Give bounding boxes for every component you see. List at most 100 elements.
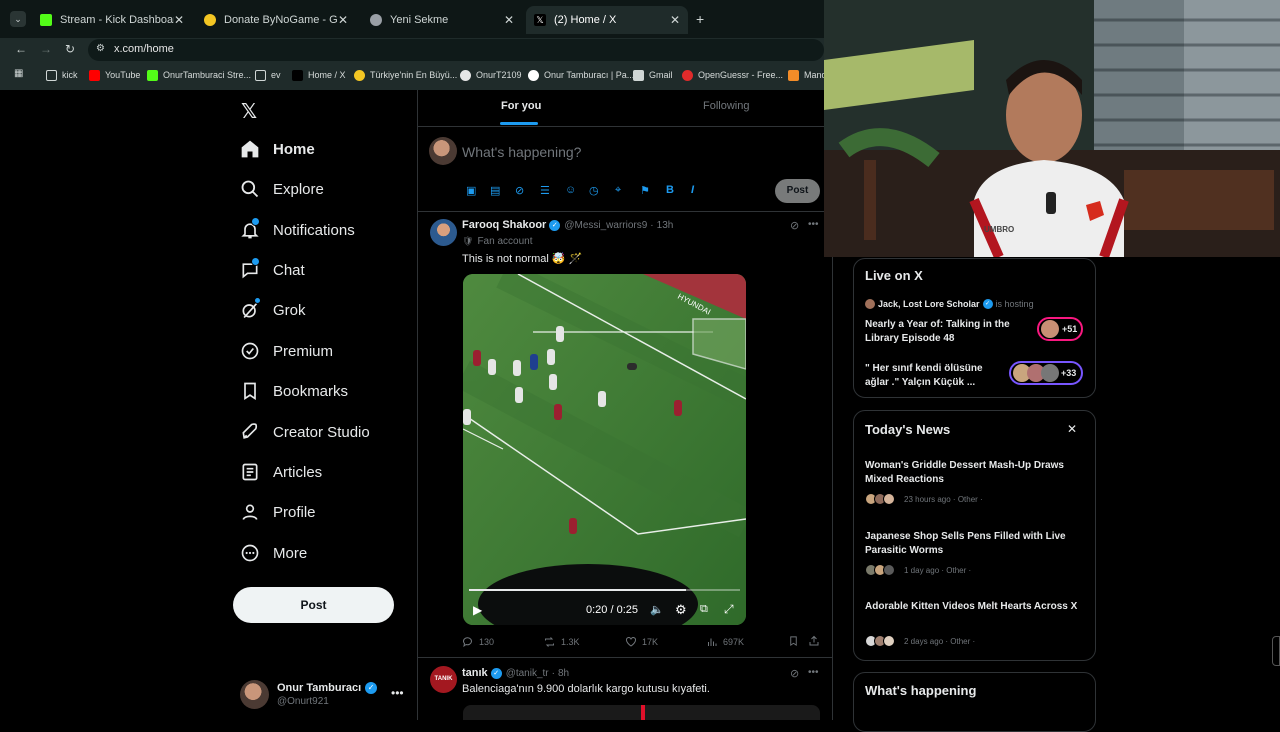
tweet-time[interactable]: 8h xyxy=(558,668,569,679)
bookmark-mand[interactable]: Mand xyxy=(788,68,827,82)
nav-explore[interactable]: Explore xyxy=(240,174,324,204)
views-button[interactable]: 697K xyxy=(706,636,744,648)
gif-icon[interactable]: ▤ xyxy=(490,184,500,197)
bookmark-ev[interactable]: ev xyxy=(255,68,281,82)
schedule-icon[interactable]: ◷ xyxy=(589,184,599,197)
tweet-author-handle[interactable]: @Messi_warriors9 xyxy=(564,220,647,231)
space-title[interactable]: Nearly a Year of: Talking in the Library… xyxy=(865,318,1025,346)
back-icon[interactable]: ← xyxy=(15,42,27,56)
bookmark-openguessr[interactable]: OpenGuessr - Free... xyxy=(682,68,783,82)
news-item-title[interactable]: Adorable Kitten Videos Melt Hearts Acros… xyxy=(865,600,1085,614)
tweet-author-name[interactable]: tanık xyxy=(462,667,488,679)
tweet-author-name[interactable]: Farooq Shakoor xyxy=(462,219,546,231)
grok-compose-icon[interactable]: ⊘ xyxy=(515,184,524,197)
account-name[interactable]: Onur Tamburacı ✓ xyxy=(277,682,378,694)
bookmark-kick[interactable]: kick xyxy=(46,68,78,82)
browser-tab-new[interactable]: Yeni Sekme ✕ xyxy=(362,6,522,34)
nav-more[interactable]: More xyxy=(240,538,307,568)
space-listeners-pill[interactable]: +33 xyxy=(1009,361,1083,385)
nav-grok[interactable]: Grok xyxy=(240,295,306,325)
browser-tab-kick[interactable]: Stream - Kick Dashboard ✕ xyxy=(32,6,192,34)
apps-grid-icon[interactable]: ▦ xyxy=(14,68,23,79)
browser-tab-x[interactable]: 𝕏 (2) Home / X ✕ xyxy=(526,6,688,34)
verified-icon: ✓ xyxy=(982,299,993,309)
fullscreen-icon[interactable]: ⤢ xyxy=(724,602,734,617)
tweet-author-handle[interactable]: @tanik_tr xyxy=(506,668,549,679)
live-host[interactable]: Jack, Lost Lore Scholar ✓ is hosting xyxy=(865,299,1034,309)
tweet-separator: · xyxy=(551,667,555,679)
close-icon[interactable]: ✕ xyxy=(1067,422,1077,436)
account-avatar[interactable] xyxy=(240,680,269,709)
tab-search-button[interactable]: ⌄ xyxy=(10,11,26,27)
nav-premium[interactable]: Premium xyxy=(240,336,333,366)
play-icon[interactable]: ▶ xyxy=(473,603,482,617)
emoji-icon[interactable]: ☺ xyxy=(565,184,576,196)
tweet-avatar[interactable] xyxy=(430,219,457,246)
volume-icon[interactable]: 🔈 xyxy=(650,603,664,616)
poll-icon[interactable]: ☰ xyxy=(540,184,550,197)
new-tab-icon[interactable]: + xyxy=(696,11,704,27)
post-button[interactable]: Post xyxy=(233,587,394,623)
news-item-title[interactable]: Woman's Griddle Dessert Mash-Up Draws Mi… xyxy=(865,459,1085,487)
tweet-more-icon[interactable]: ••• xyxy=(808,219,819,230)
bookmark-bynogame[interactable]: Türkiye'nin En Büyü... xyxy=(354,68,457,82)
bold-icon[interactable]: B xyxy=(666,184,674,196)
tweet-video[interactable]: HYUNDAI ▶ 0:20 / 0:25 🔈 ⚙ ⧉ ⤢ xyxy=(463,274,746,625)
close-icon[interactable]: ✕ xyxy=(504,13,514,27)
bookmark-gmail[interactable]: Gmail xyxy=(633,68,673,82)
player-marker xyxy=(549,374,557,390)
folder-icon xyxy=(46,69,57,81)
account-more-icon[interactable]: ••• xyxy=(391,686,404,700)
reply-button[interactable]: 130 xyxy=(462,636,494,648)
x-logo-icon[interactable]: 𝕏 xyxy=(241,99,257,124)
italic-icon[interactable]: I xyxy=(691,184,694,196)
close-icon[interactable]: ✕ xyxy=(338,13,348,27)
tweet-avatar[interactable]: TANIK xyxy=(430,666,457,693)
nav-creator-studio[interactable]: Creator Studio xyxy=(240,417,370,447)
bookmark-tweet-icon[interactable] xyxy=(788,635,799,647)
like-button[interactable]: 17K xyxy=(625,636,658,648)
tweet-media-preview[interactable] xyxy=(463,705,820,720)
settings-gear-icon[interactable]: ⚙ xyxy=(675,602,687,618)
scroll-edge-handle[interactable] xyxy=(1272,636,1280,666)
nav-chat[interactable]: Chat xyxy=(240,255,305,285)
nav-bookmarks[interactable]: Bookmarks xyxy=(240,376,348,406)
grok-tweet-icon[interactable]: ⊘ xyxy=(790,667,799,680)
share-icon[interactable] xyxy=(808,635,820,647)
flag-icon[interactable]: ⚑ xyxy=(640,184,650,197)
bookmark-patreon[interactable]: Onur Tamburacı | Pa... xyxy=(528,68,634,82)
tweet-time[interactable]: 13h xyxy=(657,220,674,231)
address-bar[interactable] xyxy=(88,39,824,61)
bookmark-github[interactable]: OnurT2109 xyxy=(460,68,522,82)
forward-icon[interactable]: → xyxy=(40,42,52,56)
tab-for-you[interactable]: For you xyxy=(501,100,541,112)
composer-post-button[interactable]: Post xyxy=(775,179,820,203)
grok-tweet-icon[interactable]: ⊘ xyxy=(790,219,799,232)
nav-notifications[interactable]: Notifications xyxy=(240,215,355,245)
bookmark-kick-stream[interactable]: OnurTamburaci Stre... xyxy=(147,68,251,82)
nav-articles[interactable]: Articles xyxy=(240,457,322,487)
player-marker xyxy=(488,359,496,375)
address-text[interactable]: x.com/home xyxy=(114,43,174,55)
nav-profile[interactable]: Profile xyxy=(240,497,316,527)
nav-home[interactable]: Home xyxy=(240,134,315,164)
close-icon[interactable]: ✕ xyxy=(670,13,680,27)
bookmark-home-x[interactable]: Home / X xyxy=(292,68,346,82)
site-info-icon[interactable]: ⚙ xyxy=(96,43,105,54)
news-item-title[interactable]: Japanese Shop Sells Pens Filled with Liv… xyxy=(865,530,1085,558)
repost-button[interactable]: 1.3K xyxy=(543,636,580,648)
tab-following[interactable]: Following xyxy=(703,100,749,112)
pip-icon[interactable]: ⧉ xyxy=(700,603,708,616)
close-icon[interactable]: ✕ xyxy=(174,13,184,27)
svg-text:UMBRO: UMBRO xyxy=(984,225,1014,234)
space-title[interactable]: " Her sınıf kendi ölüsüne ağlar ." Yalçı… xyxy=(865,362,1005,390)
bookmark-youtube[interactable]: YouTube xyxy=(89,68,140,82)
tweet-more-icon[interactable]: ••• xyxy=(808,667,819,678)
compose-input[interactable] xyxy=(462,141,762,163)
image-icon[interactable]: ▣ xyxy=(466,184,476,197)
browser-tab-bynogame[interactable]: Donate ByNoGame - Gelen/Gid ✕ xyxy=(196,6,356,34)
reload-icon[interactable]: ↻ xyxy=(65,42,75,56)
space-listeners-pill[interactable]: +51 xyxy=(1037,317,1083,341)
location-icon[interactable]: ⌖ xyxy=(615,184,621,197)
video-progress-track[interactable] xyxy=(469,589,740,591)
